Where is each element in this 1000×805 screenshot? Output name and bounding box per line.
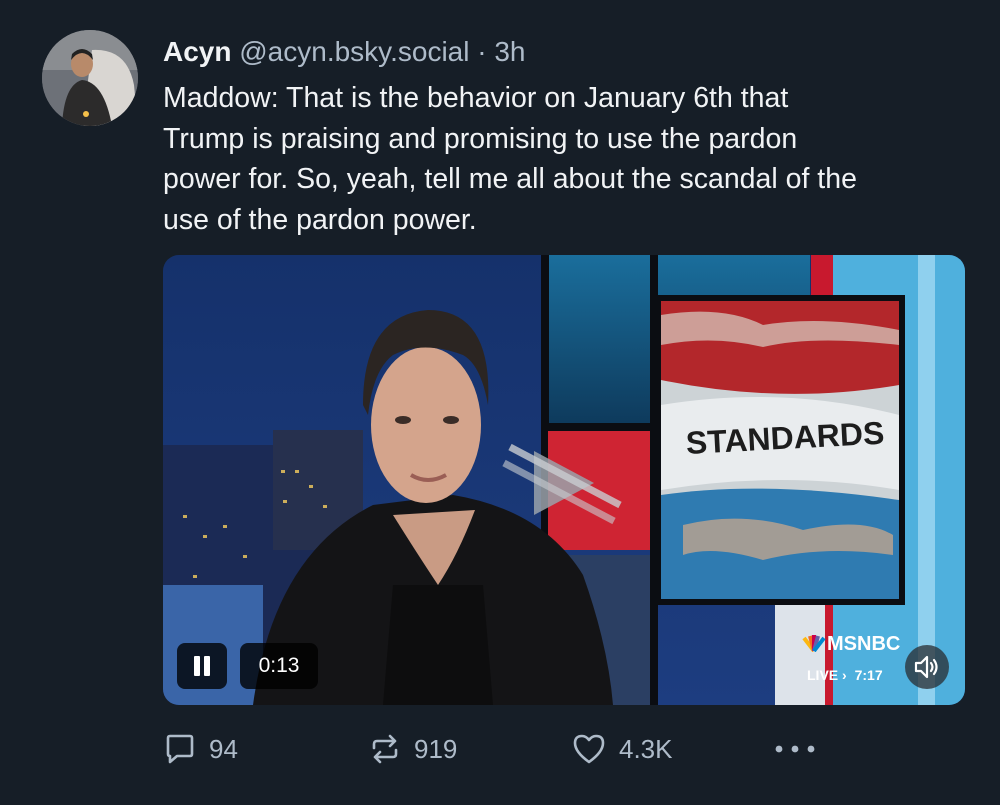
live-indicator: LIVE › 7:17 bbox=[807, 667, 883, 683]
live-arrow: › bbox=[842, 667, 847, 683]
more-options-button[interactable] bbox=[773, 725, 817, 773]
sound-button[interactable] bbox=[905, 645, 949, 689]
separator-dot: · bbox=[477, 36, 487, 67]
reply-button[interactable]: 94 bbox=[163, 725, 238, 773]
pause-button[interactable] bbox=[177, 643, 227, 689]
repost-count: 919 bbox=[414, 733, 458, 764]
author-handle[interactable]: @acyn.bsky.social bbox=[239, 36, 469, 67]
live-time: 7:17 bbox=[854, 667, 883, 683]
pause-icon bbox=[194, 656, 210, 676]
like-count: 4.3K bbox=[619, 733, 673, 764]
network-name: MSNBC bbox=[827, 633, 901, 655]
post-header: Acyn @acyn.bsky.social · 3h bbox=[163, 34, 526, 70]
like-button[interactable]: 4.3K bbox=[571, 725, 673, 773]
video-elapsed-time: 0:13 bbox=[240, 643, 318, 689]
heart-icon bbox=[573, 734, 605, 764]
avatar-photo bbox=[42, 30, 138, 126]
repost-icon bbox=[372, 734, 398, 764]
network-logo: MSNBC bbox=[801, 633, 900, 656]
peacock-icon bbox=[802, 635, 826, 653]
more-dots-icon bbox=[775, 745, 815, 753]
author-name[interactable]: Acyn bbox=[163, 36, 231, 67]
speaker-icon bbox=[914, 655, 938, 679]
play-icon[interactable] bbox=[502, 433, 622, 533]
post-actions: 94 919 4.3K bbox=[163, 725, 843, 775]
video-player[interactable]: STANDARDS MSNBC LIVE › 7:17 0:13 bbox=[163, 255, 965, 705]
repost-button[interactable]: 919 bbox=[368, 725, 457, 773]
post-time[interactable]: 3h bbox=[494, 36, 525, 67]
live-label: LIVE bbox=[807, 667, 839, 683]
post-text: Maddow: That is the behavior on January … bbox=[163, 82, 857, 236]
avatar[interactable] bbox=[42, 30, 138, 126]
reply-icon bbox=[166, 734, 194, 764]
reply-count: 94 bbox=[209, 733, 238, 764]
